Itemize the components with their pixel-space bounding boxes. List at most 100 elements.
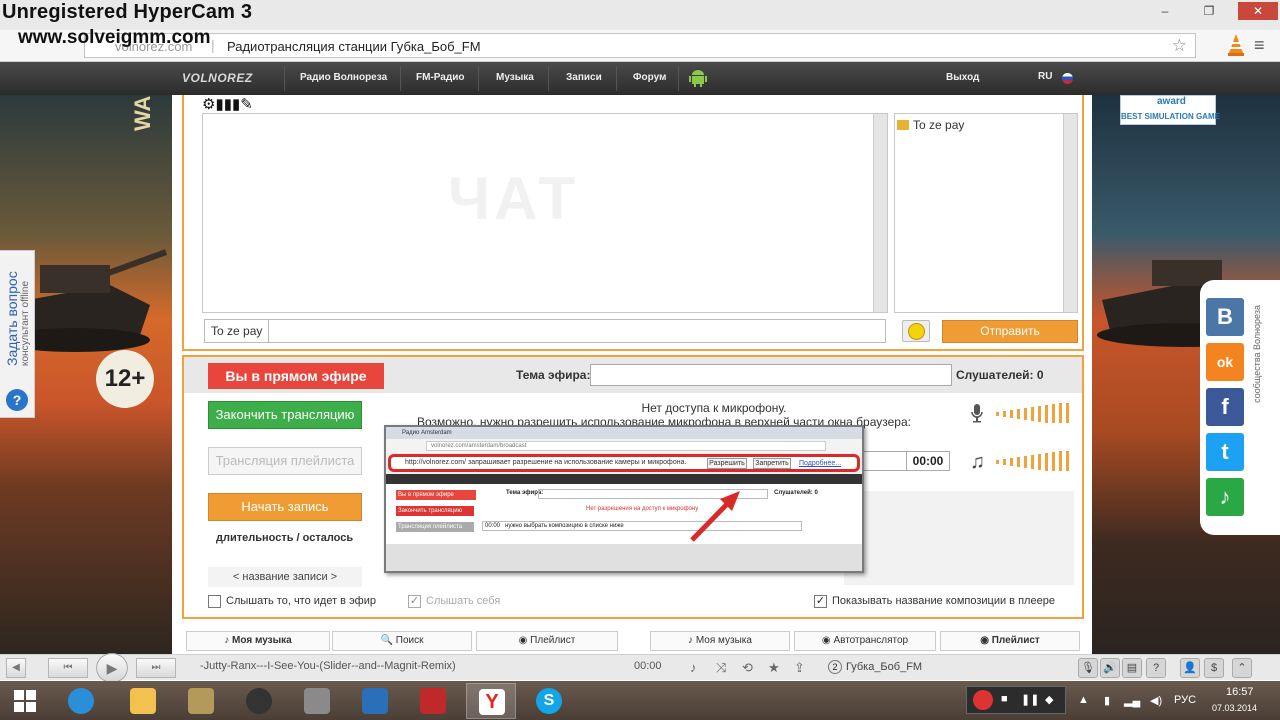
nav-item-fm-radio[interactable]: FM-Радио — [416, 72, 464, 83]
show-track-name-checkbox[interactable]: ✓ — [814, 595, 827, 608]
track-time: 00:00 — [906, 451, 950, 471]
pause-icon[interactable]: ❚❚ — [1021, 693, 1039, 706]
russia-flag-icon[interactable] — [1062, 73, 1073, 84]
tray-volume-icon[interactable]: ◀) — [1150, 694, 1162, 707]
site-logo[interactable]: VOLNOREZ — [182, 71, 253, 85]
nav-item-forum[interactable]: Форум — [633, 72, 666, 83]
chat-scrollbar[interactable] — [873, 114, 887, 312]
record-name-field[interactable]: < название записи > — [208, 567, 362, 587]
hear-broadcast-checkbox[interactable] — [208, 595, 221, 608]
tab-my-music-right[interactable]: ♪ Моя музыка — [650, 631, 790, 651]
hear-self-checkbox[interactable]: ✓ — [408, 595, 421, 608]
browser-menu-icon[interactable]: ≡ — [1254, 36, 1265, 54]
taskbar-app-blue[interactable] — [350, 683, 400, 719]
user-icon[interactable]: 👤 — [1180, 658, 1200, 678]
taskbar-speaker[interactable] — [234, 683, 284, 719]
windows-start-icon[interactable] — [14, 690, 36, 712]
playlist-broadcast-button[interactable]: Трансляция плейлиста — [208, 447, 362, 475]
brush-icon[interactable]: ✎ — [240, 96, 253, 113]
right-ad-banner[interactable]: award BEST SIMULATION GAME В ok f t ♪ со… — [1092, 95, 1280, 655]
bookmark-star-icon[interactable]: ☆ — [1172, 36, 1187, 56]
input-language[interactable]: РУС — [1174, 694, 1196, 706]
social-caption: сообщества Волнореза — [1252, 305, 1262, 403]
taskbar-yandex-browser[interactable]: Y — [466, 683, 516, 719]
shuffle-icon[interactable]: ⤨ — [716, 660, 726, 676]
topic-input[interactable] — [590, 364, 952, 386]
tab-autobroadcaster[interactable]: ◉ Автотранслятор — [794, 631, 936, 651]
start-recording-button[interactable]: Начать запись — [208, 493, 362, 521]
equalizer-icon[interactable]: ♪ — [690, 660, 697, 675]
maximize-button[interactable]: ❐ — [1194, 2, 1224, 20]
recorder-watermark: Unregistered HyperCam 3 — [2, 1, 253, 23]
taskbar-app-gold[interactable] — [176, 683, 226, 719]
users-scrollbar[interactable] — [1063, 114, 1077, 312]
twitter-icon[interactable]: t — [1206, 433, 1244, 471]
logout-link[interactable]: Выход — [946, 72, 979, 83]
search-icon: 🔍 — [380, 635, 393, 646]
clock-time[interactable]: 16:57 — [1226, 686, 1254, 698]
music-level-meter[interactable] — [994, 451, 1074, 471]
mic-level-meter[interactable] — [994, 403, 1074, 423]
address-bar[interactable]: volnorez.com | Радиотрансляция станции Г… — [84, 33, 1196, 58]
share-icon[interactable]: ⇪ — [794, 660, 805, 676]
play-button[interactable]: ▶ — [96, 653, 128, 683]
favorite-star-icon[interactable]: ★ — [768, 660, 780, 676]
music-share-icon[interactable]: ♪ — [1206, 478, 1244, 516]
settings-icon[interactable]: ◆ — [1045, 693, 1053, 706]
taskbar-app-docs[interactable] — [292, 683, 342, 719]
taskbar-skype[interactable]: S — [524, 683, 574, 719]
tab-label: Плейлист — [991, 635, 1040, 646]
collapse-icon[interactable]: ⌃ — [1232, 658, 1252, 678]
tab-playlist-right[interactable]: ◉ Плейлист — [940, 631, 1080, 651]
record-icon[interactable] — [973, 690, 993, 710]
tray-network-icon[interactable]: ▂▄ — [1124, 694, 1140, 707]
facebook-icon[interactable]: f — [1206, 388, 1244, 426]
vlc-extension-icon[interactable] — [1226, 33, 1246, 57]
tray-arrow-icon[interactable]: ▲ — [1078, 694, 1089, 706]
language-selector[interactable]: RU — [1038, 71, 1052, 82]
nav-item-records[interactable]: Записи — [566, 72, 602, 83]
levels-icon[interactable]: ▮▮▮ — [215, 96, 240, 113]
sound-toggle-icon[interactable]: 🔊 — [1100, 658, 1120, 678]
recorder-tray[interactable]: ■ ❚❚ ◆ — [966, 686, 1066, 714]
volume-icon[interactable]: ◀ — [6, 658, 26, 678]
help-icon[interactable]: ? — [1146, 658, 1166, 678]
music-note-icon[interactable]: ♫ — [970, 451, 985, 474]
close-button[interactable]: ✕ — [1238, 2, 1278, 20]
bottom-player: ◀ ⏮ ▶ ⏭ -Jutty-Ranx---I-See-You-(Slider-… — [0, 653, 1280, 683]
help-icon: ? — [6, 389, 28, 411]
station-name[interactable]: Губка_Боб_FM — [846, 661, 922, 673]
stop-icon[interactable]: ■ — [1001, 693, 1008, 705]
nav-item-volnorez-radio[interactable]: Радио Волнореза — [300, 72, 387, 83]
tab-my-music[interactable]: ♪ Моя музыка — [186, 631, 330, 651]
vk-icon[interactable]: В — [1206, 298, 1244, 336]
taskbar-power-app[interactable] — [408, 683, 458, 719]
android-icon[interactable] — [688, 68, 708, 88]
clock-date[interactable]: 07.03.2014 — [1212, 703, 1257, 713]
tab-search[interactable]: 🔍 Поиск — [332, 631, 472, 651]
mic-toggle-icon[interactable]: 🎙 — [1078, 658, 1098, 678]
ask-question-tab[interactable]: Задать вопрос консультант offline ? — [0, 250, 35, 418]
send-button[interactable]: Отправить — [942, 320, 1078, 343]
gear-icon[interactable]: ⚙ — [202, 96, 215, 113]
app-icon — [188, 688, 214, 714]
dollar-icon[interactable]: $ — [1204, 658, 1224, 678]
tray-power-icon[interactable]: ▮ — [1104, 694, 1110, 707]
next-button[interactable]: ⏭ — [136, 658, 176, 678]
repeat-icon[interactable]: ⟲ — [742, 660, 753, 676]
emoji-button[interactable] — [902, 320, 930, 342]
chat-messages[interactable]: ЧАТ — [202, 113, 888, 313]
tab-playlist[interactable]: ◉ Плейлист — [476, 631, 618, 651]
taskbar-ie[interactable] — [56, 683, 106, 719]
chat-input[interactable]: To ze pay — [204, 319, 886, 343]
previous-button[interactable]: ⏮ — [48, 658, 88, 678]
chat-user[interactable]: To ze pay — [897, 118, 964, 132]
odnoklassniki-icon[interactable]: ok — [1206, 343, 1244, 381]
minimize-button[interactable]: – — [1150, 2, 1180, 20]
stop-broadcast-button[interactable]: Закончить трансляцию — [208, 401, 362, 429]
nav-item-music[interactable]: Музыка — [496, 72, 534, 83]
inset-prompt-text: http://volnorez.com/ запрашивает разреше… — [405, 459, 687, 466]
volume-slider-icon[interactable]: ▤ — [1122, 658, 1142, 678]
microphone-icon[interactable] — [970, 403, 984, 423]
taskbar-explorer[interactable] — [118, 683, 168, 719]
